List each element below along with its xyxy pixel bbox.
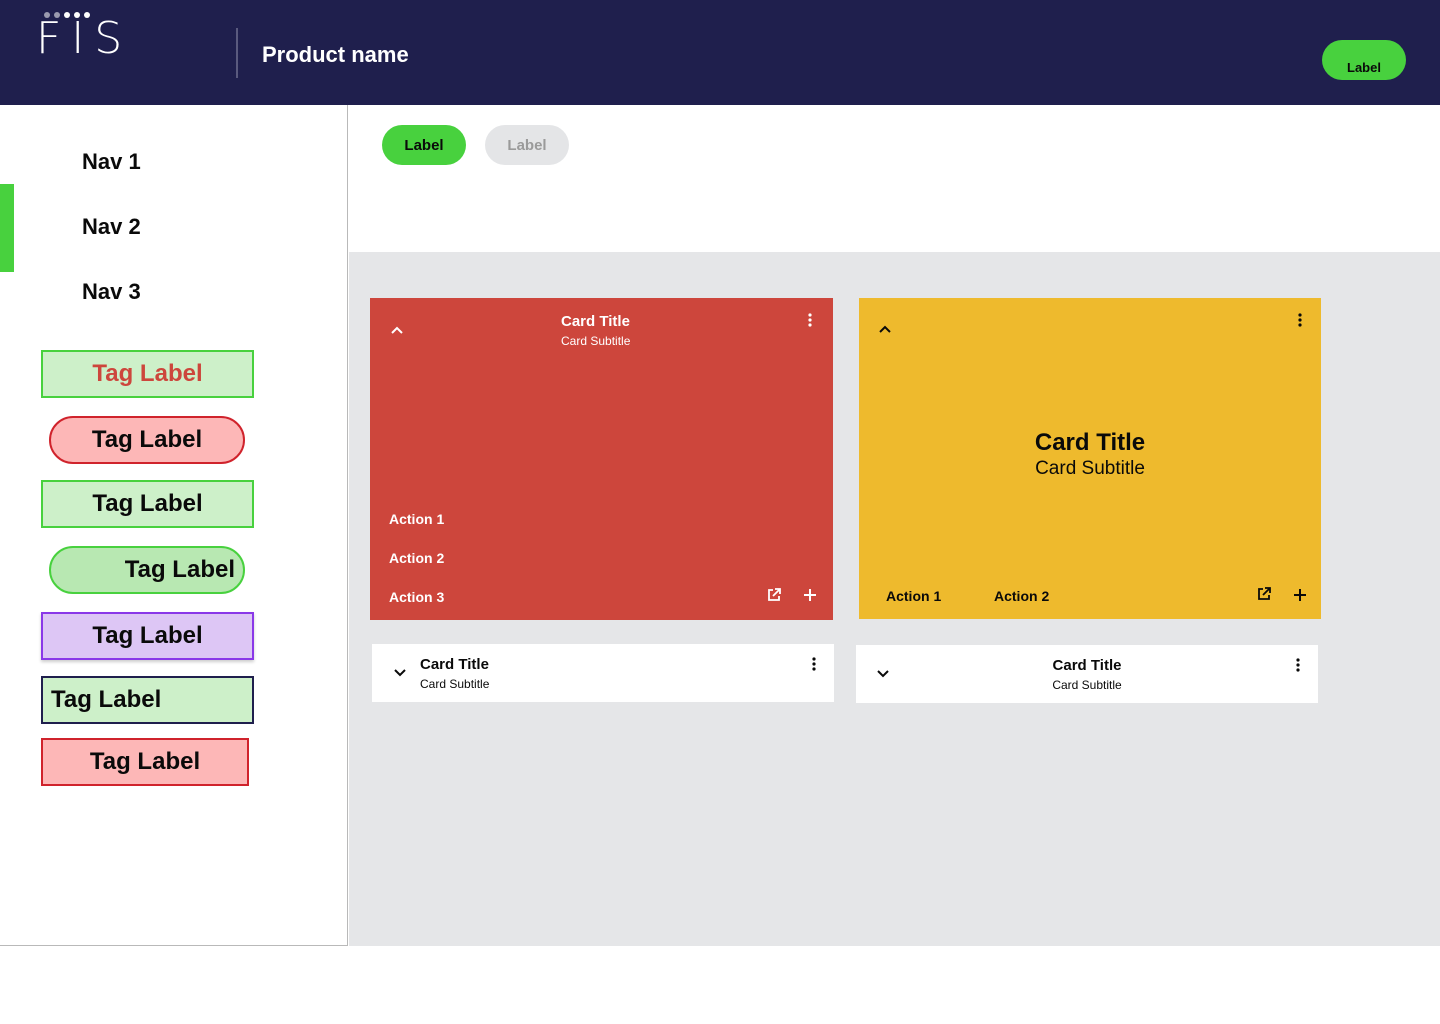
nav-item-3[interactable]: Nav 3	[82, 279, 141, 305]
tag-purple: Tag Label	[41, 612, 254, 660]
card-action-2[interactable]: Action 2	[994, 588, 1049, 604]
nav-item-2[interactable]: Nav 2	[82, 214, 141, 240]
open-external-icon[interactable]	[765, 586, 783, 604]
more-vert-icon[interactable]	[802, 312, 818, 328]
sidebar: Nav 1 Nav 2 Nav 3 Tag Label Tag Label Ta…	[0, 105, 348, 946]
nav-item-1[interactable]: Nav 1	[82, 149, 141, 175]
card-red: Card Title Card Subtitle Action 1 Action…	[370, 298, 833, 620]
more-vert-icon[interactable]	[806, 656, 822, 672]
card-collapsed-left[interactable]: Card Title Card Subtitle	[372, 644, 834, 702]
product-name: Product name	[262, 42, 409, 67]
chevron-down-icon[interactable]	[391, 664, 409, 682]
card-action-2[interactable]: Action 2	[389, 550, 444, 566]
active-label-button[interactable]: Label	[382, 125, 466, 165]
card-yellow: Card Title Card Subtitle Action 1 Action…	[859, 298, 1321, 619]
tag-green-dark-border: Tag Label	[41, 676, 254, 724]
more-vert-icon[interactable]	[1292, 312, 1308, 328]
disabled-label-button[interactable]: Label	[485, 125, 569, 165]
header-label-button[interactable]: Label	[1322, 40, 1406, 80]
card-subtitle: Card Subtitle	[561, 334, 631, 348]
card-subtitle: Card Subtitle	[1052, 678, 1122, 692]
tag-red: Tag Label	[41, 738, 249, 786]
add-icon[interactable]	[802, 587, 818, 603]
header-divider	[236, 28, 238, 78]
card-collapsed-right[interactable]: Card Title Card Subtitle	[856, 645, 1318, 703]
content-area: Card Title Card Subtitle Action 1 Action…	[349, 252, 1440, 946]
card-subtitle: Card Subtitle	[1035, 458, 1145, 479]
card-action-3[interactable]: Action 3	[389, 589, 444, 605]
tag-red-pill: Tag Label	[49, 416, 245, 464]
tag-green: Tag Label	[41, 480, 254, 528]
more-vert-icon[interactable]	[1290, 657, 1306, 673]
toolbar: Label Label	[349, 105, 1440, 252]
add-icon[interactable]	[1292, 587, 1308, 603]
chevron-up-icon[interactable]	[387, 320, 407, 340]
card-title: Card Title	[561, 313, 630, 330]
fis-logo[interactable]: FIS	[36, 10, 152, 64]
card-title: Card Title	[1052, 657, 1122, 674]
app-header: FIS Product name Label	[0, 0, 1440, 105]
tag-green-red-text: Tag Label	[41, 350, 254, 398]
tag-green-pill: Tag Label	[49, 546, 245, 594]
card-title: Card Title	[420, 656, 489, 673]
card-action-1[interactable]: Action 1	[389, 511, 444, 527]
card-action-1[interactable]: Action 1	[886, 588, 941, 604]
card-title: Card Title	[1034, 429, 1146, 456]
card-subtitle: Card Subtitle	[420, 677, 490, 691]
chevron-up-icon[interactable]	[875, 319, 895, 339]
open-external-icon[interactable]	[1255, 585, 1273, 603]
nav-active-indicator	[0, 184, 14, 272]
logo-text: FIS	[36, 13, 133, 64]
